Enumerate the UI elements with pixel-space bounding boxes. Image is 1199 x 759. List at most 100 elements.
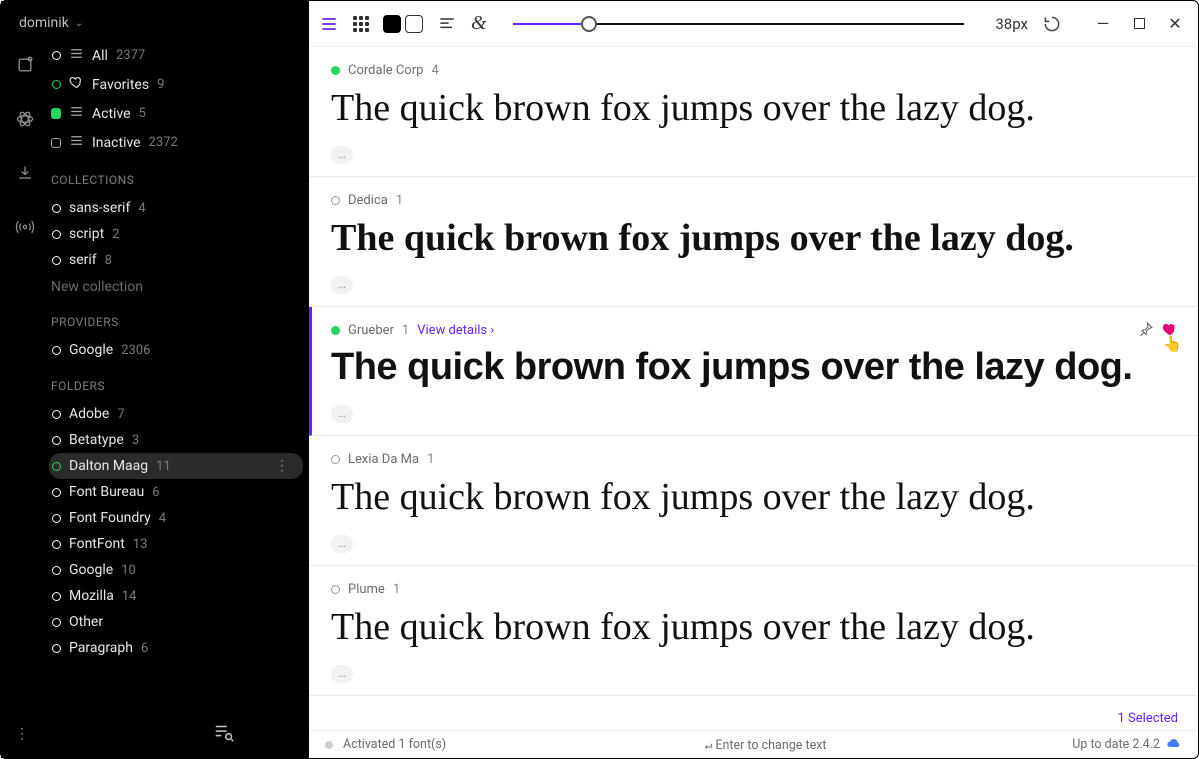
align-left-icon[interactable] (437, 14, 457, 34)
reset-icon[interactable] (1042, 14, 1062, 34)
more-chip[interactable]: … (331, 665, 353, 683)
selected-count-label[interactable]: 1 Selected (1118, 711, 1178, 726)
main: & 38px — ✕ Cordale Corp 4 The quick brown … (309, 1, 1198, 758)
font-card[interactable]: Cordale Corp 4 The quick brown fox jumps o… (309, 47, 1198, 177)
list-icon (69, 46, 84, 65)
slider-handle[interactable] (581, 16, 597, 32)
folder-item[interactable]: Paragraph6 (49, 635, 303, 661)
filter-inactive[interactable]: Inactive 2372 (49, 128, 303, 157)
opentype-features-icon[interactable]: & (471, 12, 487, 35)
status-center[interactable]: ↵Enter to change text (705, 737, 827, 753)
providers-header: PROVIDERS (49, 299, 303, 337)
more-icon[interactable]: ⋮ (15, 726, 29, 742)
folder-item[interactable]: Mozilla14 (49, 583, 303, 609)
folder-item[interactable]: Google10 (49, 557, 303, 583)
filter-favorites[interactable]: Favorites 9 (49, 70, 303, 99)
sidebar-tree: All 2377 Favorites 9 Active 5 Inactive 2… (49, 41, 309, 710)
font-meta: Plume1 (331, 582, 1178, 597)
inactive-status-icon[interactable] (331, 455, 340, 464)
collection-item[interactable]: sans-serif4 (49, 195, 303, 221)
more-chip[interactable]: … (331, 535, 353, 553)
user-name: dominik (19, 15, 69, 31)
font-card[interactable]: Grueber 1 View details › 👆The quick brown f… (309, 307, 1198, 436)
folder-item[interactable]: Other (49, 609, 303, 635)
inactive-status-icon[interactable] (331, 196, 340, 205)
provider-item[interactable]: Google2306 (49, 337, 303, 363)
font-sample[interactable]: The quick brown fox jumps over the lazy … (331, 346, 1178, 389)
status-bar: Activated 1 font(s) ↵Enter to change tex… (309, 730, 1198, 758)
grid-view-icon[interactable] (353, 16, 369, 32)
font-sample[interactable]: The quick brown fox jumps over the lazy … (331, 216, 1178, 260)
view-details-link[interactable]: View details › (417, 323, 494, 338)
cube-icon[interactable] (15, 55, 35, 79)
more-icon[interactable]: ⋮ (271, 458, 293, 474)
folder-item[interactable]: Font Bureau6 (49, 479, 303, 505)
filter-active[interactable]: Active 5 (49, 99, 303, 128)
list-icon (69, 104, 84, 123)
pin-icon[interactable] (1138, 321, 1154, 341)
status-dot-icon (325, 741, 333, 749)
close-button[interactable]: ✕ (1168, 14, 1182, 33)
font-count: 1 (393, 582, 400, 597)
list-view-icon[interactable] (319, 14, 339, 34)
toolbar: & 38px — ✕ (309, 1, 1198, 47)
cloud-icon[interactable] (1166, 735, 1182, 755)
window-controls: — ✕ (1096, 14, 1182, 33)
download-icon[interactable] (15, 163, 35, 187)
minimize-button[interactable]: — (1096, 14, 1110, 33)
new-collection[interactable]: New collection (49, 273, 303, 299)
filter-all[interactable]: All 2377 (49, 41, 303, 70)
font-name: Cordale Corp (348, 63, 423, 78)
dark-swatch (383, 15, 401, 33)
font-meta: Lexia Da Ma 1 (331, 452, 1178, 467)
font-name: Dedica (348, 193, 388, 208)
light-swatch (405, 15, 423, 33)
heart-icon (69, 75, 84, 94)
atom-icon[interactable] (15, 109, 35, 133)
user-menu[interactable]: dominik ⌄ (1, 1, 309, 41)
list-icon (69, 133, 84, 152)
folder-item[interactable]: Adobe7 (49, 401, 303, 427)
inactive-status-icon[interactable] (331, 585, 340, 594)
folder-item[interactable]: Font Foundry4 (49, 505, 303, 531)
sidebar-rail (1, 41, 49, 710)
folder-item[interactable]: FontFont13 (49, 531, 303, 557)
status-left: Activated 1 font(s) (343, 737, 446, 752)
search-list-icon[interactable] (213, 721, 235, 747)
size-slider[interactable] (513, 23, 964, 25)
font-meta: Grueber 1 View details › (331, 323, 1178, 338)
folder-item[interactable]: Dalton Maag11⋮ (49, 453, 303, 479)
font-sample[interactable]: The quick brown fox jumps over the lazy … (331, 86, 1178, 130)
collection-item[interactable]: script2 (49, 221, 303, 247)
maximize-button[interactable] (1132, 14, 1146, 33)
broadcast-icon[interactable] (15, 217, 35, 241)
sidebar: dominik ⌄ All 2377 (1, 1, 309, 758)
font-name: Grueber (348, 323, 394, 338)
font-name: Lexia Da Ma (348, 452, 419, 467)
collection-item[interactable]: serif8 (49, 247, 303, 273)
font-card[interactable]: Plume1 The quick brown fox jumps over the… (309, 566, 1198, 696)
font-sample[interactable]: The quick brown fox jumps over the lazy … (331, 605, 1178, 649)
font-count: 1 (427, 452, 434, 467)
sidebar-footer: ⋮ (1, 710, 309, 758)
font-meta: Dedica 1 (331, 193, 1178, 208)
theme-toggle[interactable] (383, 15, 423, 33)
cursor-icon: 👆 (1163, 335, 1182, 353)
font-count: 1 (402, 323, 409, 338)
font-card[interactable]: Dedica 1 The quick brown fox jumps over th… (309, 177, 1198, 307)
font-count: 1 (396, 193, 403, 208)
folders-header: FOLDERS (49, 363, 303, 401)
status-right: Up to date 2.4.2 (1072, 737, 1160, 752)
font-sample[interactable]: The quick brown fox jumps over the lazy … (331, 475, 1178, 519)
collections-header: COLLECTIONS (49, 157, 303, 195)
font-meta: Cordale Corp 4 (331, 63, 1178, 78)
active-status-icon[interactable] (331, 326, 340, 335)
font-list: Cordale Corp 4 The quick brown fox jumps o… (309, 47, 1198, 730)
active-status-icon[interactable] (331, 66, 340, 75)
more-chip[interactable]: … (331, 276, 353, 294)
folder-item[interactable]: Betatype3 (49, 427, 303, 453)
font-count: 4 (431, 63, 438, 78)
more-chip[interactable]: … (331, 146, 353, 164)
more-chip[interactable]: … (331, 405, 353, 423)
font-card[interactable]: Lexia Da Ma 1 The quick brown fox jumps ov… (309, 436, 1198, 566)
